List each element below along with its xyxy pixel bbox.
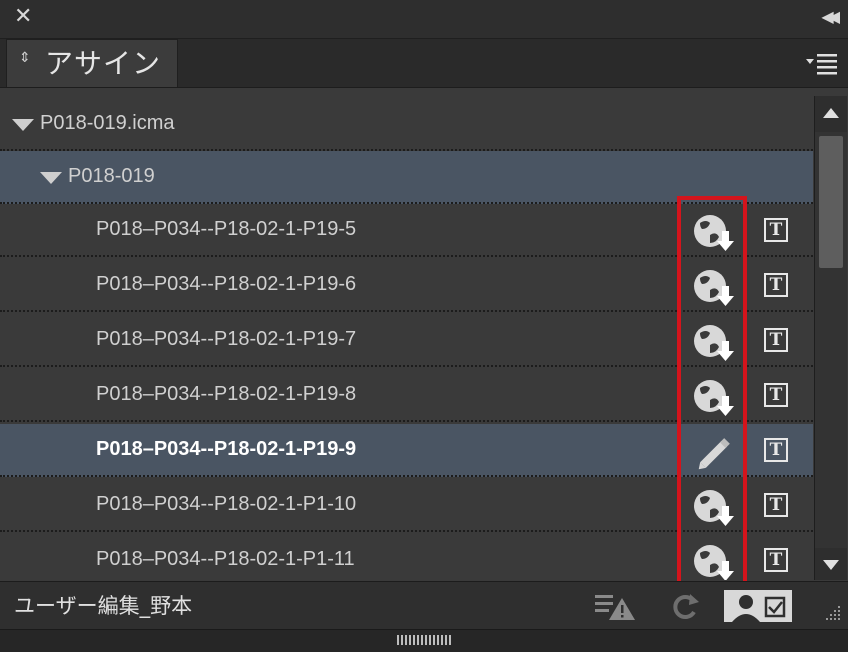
text-frame-icon: T xyxy=(764,273,788,297)
panel-footer: ユーザー編集_野本 xyxy=(0,581,848,630)
expand-triangle-icon[interactable] xyxy=(40,172,62,184)
list-item-label: P018–P034--P18-02-1-P19-5 xyxy=(96,218,357,240)
tab-assignments[interactable]: ⇕ アサイン xyxy=(6,39,178,87)
scroll-thumb[interactable] xyxy=(819,136,843,268)
list-item-label: P018–P034--P18-02-1-P19-7 xyxy=(96,328,357,350)
text-frame-icon: T xyxy=(764,218,788,242)
panel-tab-row: ⇕ アサイン xyxy=(0,39,848,88)
panel-title-bar: ✕ ◀◀ xyxy=(0,0,848,39)
grip-lines-icon xyxy=(397,635,451,645)
expand-triangle-icon[interactable] xyxy=(12,119,34,131)
panel-resize-handle[interactable] xyxy=(0,629,848,652)
list-item-label: P018–P034--P18-02-1-P19-9 xyxy=(96,438,357,460)
text-frame-icon: T xyxy=(764,438,788,462)
tree-row-root[interactable]: P018-019.icma xyxy=(0,98,813,151)
assignments-panel: ✕ ◀◀ ⇕ アサイン P018-019.icma P018-019 P018–… xyxy=(0,0,848,652)
warning-list-icon[interactable] xyxy=(592,590,638,622)
list-item-label: P018–P034--P18-02-1-P1-11 xyxy=(96,548,355,570)
scroll-up-arrow-icon[interactable] xyxy=(815,96,847,132)
list-item-label: P018–P034--P18-02-1-P19-6 xyxy=(96,273,357,295)
text-frame-icon: T xyxy=(764,548,788,572)
panel-menu-icon[interactable] xyxy=(804,51,838,75)
text-frame-icon: T xyxy=(764,493,788,517)
root-label: P018-019.icma xyxy=(40,112,175,134)
list-item-label: P018–P034--P18-02-1-P19-8 xyxy=(96,383,357,405)
vertical-scrollbar[interactable] xyxy=(814,96,847,580)
text-frame-icon: T xyxy=(764,328,788,352)
refresh-icon[interactable] xyxy=(668,590,702,622)
collapse-panel-icon[interactable]: ◀◀ xyxy=(821,8,839,26)
close-icon[interactable]: ✕ xyxy=(14,6,32,28)
resize-grip-icon[interactable] xyxy=(824,604,842,622)
tab-label: アサイン xyxy=(45,47,162,80)
tab-updown-icon: ⇕ xyxy=(19,50,31,66)
highlight-box xyxy=(677,196,747,594)
group-label: P018-019 xyxy=(68,165,155,187)
user-label: ユーザー編集_野本 xyxy=(14,594,193,618)
scroll-down-arrow-icon[interactable] xyxy=(815,548,847,580)
text-frame-icon: T xyxy=(764,383,788,407)
list-item-label: P018–P034--P18-02-1-P1-10 xyxy=(96,493,357,515)
checkout-user-icon[interactable] xyxy=(724,590,792,622)
